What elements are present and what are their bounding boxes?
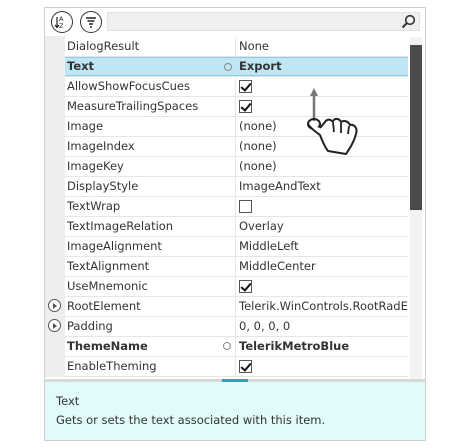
property-row-text[interactable]: Text Export bbox=[45, 56, 408, 77]
property-value[interactable]: 0, 0, 0, 0 bbox=[236, 317, 408, 336]
property-value[interactable]: ImageAndText bbox=[236, 177, 408, 196]
property-name: Text bbox=[65, 57, 236, 76]
property-value[interactable] bbox=[236, 357, 408, 376]
property-row-textimagerelation[interactable]: TextImageRelation Overlay bbox=[45, 216, 408, 237]
property-name: Image bbox=[65, 117, 236, 136]
sort-categorized-button[interactable] bbox=[80, 11, 102, 33]
property-name: ImageAlignment bbox=[65, 237, 236, 256]
property-row-usemnemonic[interactable]: UseMnemonic bbox=[45, 276, 408, 297]
checkbox[interactable] bbox=[239, 200, 252, 213]
property-name: ImageIndex bbox=[65, 137, 236, 156]
help-panel: Text Gets or sets the text associated wi… bbox=[45, 382, 425, 440]
modified-indicator-icon[interactable] bbox=[223, 342, 231, 350]
search-input[interactable] bbox=[107, 12, 420, 31]
property-name: TextAlignment bbox=[65, 257, 236, 276]
row-gutter bbox=[45, 276, 65, 297]
property-value[interactable]: MiddleLeft bbox=[236, 237, 408, 256]
checkbox[interactable] bbox=[239, 280, 252, 293]
property-value[interactable]: MiddleCenter bbox=[236, 257, 408, 276]
row-gutter bbox=[45, 136, 65, 157]
checkbox[interactable] bbox=[239, 100, 252, 113]
row-gutter bbox=[45, 116, 65, 137]
property-value[interactable] bbox=[236, 277, 408, 296]
property-value[interactable]: Telerik.WinControls.RootRadEl bbox=[236, 297, 408, 316]
svg-text:Z: Z bbox=[59, 22, 64, 30]
row-gutter bbox=[45, 356, 65, 377]
checkbox[interactable] bbox=[239, 80, 252, 93]
row-gutter bbox=[45, 216, 65, 237]
property-name: MeasureTrailingSpaces bbox=[65, 97, 236, 116]
help-title: Text bbox=[56, 394, 80, 408]
row-gutter bbox=[45, 256, 65, 277]
property-row-rootelement[interactable]: RootElement Telerik.WinControls.RootRadEl bbox=[45, 296, 408, 317]
modified-indicator-icon[interactable] bbox=[224, 63, 232, 71]
property-name: EnableTheming bbox=[65, 357, 236, 376]
property-name: ThemeName bbox=[65, 337, 236, 356]
sort-alphabetical-button[interactable]: A Z bbox=[51, 11, 73, 33]
property-grid-toolbar: A Z bbox=[45, 8, 425, 36]
property-value[interactable] bbox=[236, 197, 408, 216]
property-row-textwrap[interactable]: TextWrap bbox=[45, 196, 408, 217]
property-row-imagekey[interactable]: ImageKey (none) bbox=[45, 156, 408, 177]
row-gutter bbox=[45, 196, 65, 217]
row-gutter bbox=[45, 76, 65, 97]
row-gutter bbox=[45, 96, 65, 117]
property-name: Padding bbox=[65, 317, 236, 336]
row-gutter bbox=[45, 236, 65, 257]
scrollbar-thumb[interactable] bbox=[410, 45, 422, 210]
row-gutter bbox=[45, 56, 65, 77]
expand-arrow-icon[interactable] bbox=[48, 319, 61, 332]
property-value[interactable]: Export bbox=[236, 57, 408, 76]
row-gutter bbox=[45, 176, 65, 197]
property-name: RootElement bbox=[65, 297, 236, 316]
property-row-textalignment[interactable]: TextAlignment MiddleCenter bbox=[45, 256, 408, 277]
property-name: ImageKey bbox=[65, 157, 236, 176]
expand-arrow-icon[interactable] bbox=[48, 299, 61, 312]
property-name: DialogResult bbox=[65, 37, 236, 56]
sort-categorized-icon bbox=[86, 17, 96, 28]
property-name: TextImageRelation bbox=[65, 217, 236, 236]
row-gutter bbox=[45, 336, 65, 357]
property-value[interactable]: Overlay bbox=[236, 217, 408, 236]
row-gutter bbox=[45, 156, 65, 177]
touch-scroll-hand-icon bbox=[307, 88, 358, 155]
row-gutter bbox=[45, 36, 65, 57]
row-gutter bbox=[45, 296, 65, 317]
sort-alphabetical-icon: A Z bbox=[54, 15, 64, 30]
property-row-themename[interactable]: ThemeName TelerikMetroBlue bbox=[45, 336, 408, 357]
property-row-enabletheming[interactable]: EnableTheming bbox=[45, 356, 408, 377]
property-row-dialogresult[interactable]: DialogResult None bbox=[45, 36, 408, 57]
search-icon[interactable] bbox=[401, 14, 416, 29]
help-description: Gets or sets the text associated with th… bbox=[56, 413, 326, 427]
property-row-imagealignment[interactable]: ImageAlignment MiddleLeft bbox=[45, 236, 408, 257]
property-value[interactable]: None bbox=[236, 37, 408, 56]
property-value[interactable]: TelerikMetroBlue bbox=[236, 337, 408, 356]
vertical-scrollbar[interactable] bbox=[410, 37, 422, 379]
property-name: DisplayStyle bbox=[65, 177, 236, 196]
row-gutter bbox=[45, 316, 65, 337]
property-row-padding[interactable]: Padding 0, 0, 0, 0 bbox=[45, 316, 408, 337]
property-name: TextWrap bbox=[65, 197, 236, 216]
property-row-displaystyle[interactable]: DisplayStyle ImageAndText bbox=[45, 176, 408, 197]
property-grid: A Z DialogResult None Text Export AllowShowF… bbox=[44, 7, 426, 441]
property-name: AllowShowFocusCues bbox=[65, 77, 236, 96]
checkbox[interactable] bbox=[239, 360, 252, 373]
property-name: UseMnemonic bbox=[65, 277, 236, 296]
